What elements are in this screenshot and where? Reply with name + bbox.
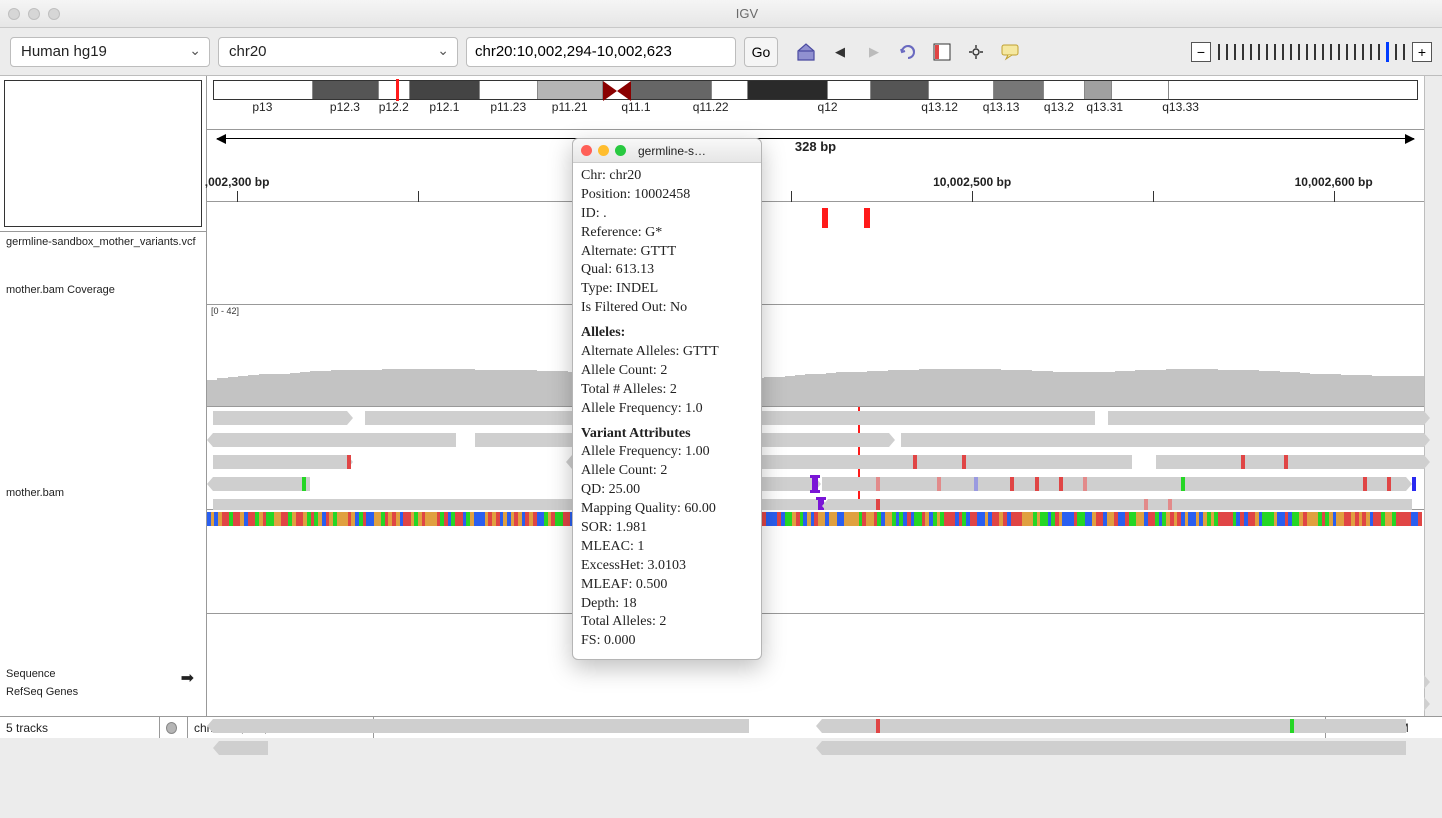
genome-select-label: Human hg19 (21, 43, 107, 60)
popup-body: Chr: chr20 Position: 10002458 ID: . Refe… (573, 163, 761, 659)
popup-minimize-icon[interactable] (598, 145, 609, 156)
chrom-select[interactable]: chr20 (218, 37, 458, 67)
ideogram-marker (396, 79, 399, 101)
popup-tot: Total # Alleles: 2 (581, 381, 753, 400)
popup-va-af: Allele Frequency: 1.00 (581, 443, 753, 462)
popup-ac: Allele Count: 2 (581, 362, 753, 381)
refseq-track-body[interactable] (207, 614, 1424, 716)
refresh-icon[interactable] (898, 42, 918, 62)
window-titlebar: IGV (0, 0, 1442, 28)
region-icon[interactable] (932, 42, 952, 62)
popup-alleles-hdr: Alleles: (581, 324, 753, 343)
alignment-track-label[interactable]: mother.bam (0, 322, 207, 664)
status-indicator (160, 717, 188, 738)
variant-info-popup[interactable]: germline-s… Chr: chr20 Position: 1000245… (572, 138, 762, 660)
right-column: p13p12.3p12.2p12.1p11.23p11.21q11.1q11.2… (207, 76, 1424, 716)
popup-filt: Is Filtered Out: No (581, 299, 753, 318)
ruler-row[interactable]: 328 bp ,002,300 bp10,002,500 bp10,002,60… (207, 130, 1424, 202)
popup-dp: Depth: 18 (581, 595, 753, 614)
popup-id: ID: . (581, 205, 753, 224)
close-dot[interactable] (8, 8, 20, 20)
popup-sor: SOR: 1.981 (581, 519, 753, 538)
status-tracks: 5 tracks (0, 717, 160, 738)
sequence-track-body[interactable] (207, 510, 1424, 615)
coverage-scale: [0 - 42] (211, 306, 239, 316)
popup-af: Allele Frequency: 1.0 (581, 400, 753, 419)
minimize-dot[interactable] (28, 8, 40, 20)
popup-titlebar[interactable]: germline-s… (573, 139, 761, 163)
popup-alt-alleles: Alternate Alleles: GTTT (581, 343, 753, 362)
popup-ta: Total Alleles: 2 (581, 613, 753, 632)
popup-ref: Reference: G* (581, 224, 753, 243)
range-label: 328 bp (789, 139, 842, 154)
coverage-track-body[interactable]: [0 - 42] (207, 305, 1424, 408)
popup-zoom-icon[interactable] (615, 145, 626, 156)
variant-track-label[interactable]: germline-sandbox_mother_variants.vcf (0, 232, 207, 280)
window-title: IGV (60, 6, 1434, 21)
zoom-in-button[interactable]: + (1412, 42, 1432, 62)
popup-va-ac: Allele Count: 2 (581, 462, 753, 481)
left-column: germline-sandbox_mother_variants.vcf mot… (0, 76, 207, 716)
tooltip-icon[interactable] (1000, 42, 1020, 62)
toolbar-icons: ◀ ▶ (796, 42, 1020, 62)
arrow-right-icon: ➡ (181, 668, 194, 682)
popup-mleaf: MLEAF: 0.500 (581, 576, 753, 595)
sequence-label-text: Sequence (6, 668, 56, 680)
genome-select[interactable]: Human hg19 (10, 37, 210, 67)
range-arrow: 328 bp (217, 138, 1414, 158)
popup-pos: Position: 10002458 (581, 186, 753, 205)
traffic-lights (8, 8, 60, 20)
toolbar: Human hg19 chr20 Go ◀ ▶ − + (0, 28, 1442, 76)
ruler-ticks: ,002,300 bp10,002,500 bp10,002,600 bp (213, 164, 1418, 204)
back-icon[interactable]: ◀ (830, 42, 850, 62)
popup-alt: Alternate: GTTT (581, 243, 753, 262)
refseq-track-label[interactable]: RefSeq Genes (0, 682, 207, 716)
ideogram-row[interactable]: p13p12.3p12.2p12.1p11.23p11.21q11.1q11.2… (207, 76, 1424, 130)
popup-qd: QD: 25.00 (581, 481, 753, 500)
popup-close-icon[interactable] (581, 145, 592, 156)
variant-track-body[interactable] (207, 202, 1424, 305)
zoom-slider: − + (1191, 41, 1432, 63)
zoom-out-button[interactable]: − (1191, 42, 1211, 62)
alignment-track-body[interactable] (207, 407, 1424, 510)
zoom-dot[interactable] (48, 8, 60, 20)
go-button[interactable]: Go (744, 37, 778, 67)
sequence-track-label[interactable]: Sequence ➡ (0, 664, 207, 682)
forward-icon[interactable]: ▶ (864, 42, 884, 62)
popup-type: Type: INDEL (581, 280, 753, 299)
popup-fs: FS: 0.000 (581, 632, 753, 651)
popup-mq: Mapping Quality: 60.00 (581, 500, 753, 519)
scrollbar-vertical[interactable] (1424, 76, 1442, 716)
popup-mleac: MLEAC: 1 (581, 538, 753, 557)
popup-chr: Chr: chr20 (581, 167, 753, 186)
popup-qual: Qual: 613.13 (581, 261, 753, 280)
locus-input[interactable] (466, 37, 736, 67)
coverage-track-label[interactable]: mother.bam Coverage (0, 280, 207, 322)
status-dot-icon (166, 722, 177, 734)
fit-icon[interactable] (966, 42, 986, 62)
popup-title-text: germline-s… (638, 144, 706, 158)
overview-box (0, 76, 206, 232)
home-icon[interactable] (796, 42, 816, 62)
zoom-ticks[interactable] (1215, 41, 1408, 63)
chrom-select-label: chr20 (229, 43, 267, 60)
popup-eh: ExcessHet: 3.0103 (581, 557, 753, 576)
popup-va-hdr: Variant Attributes (581, 425, 753, 444)
